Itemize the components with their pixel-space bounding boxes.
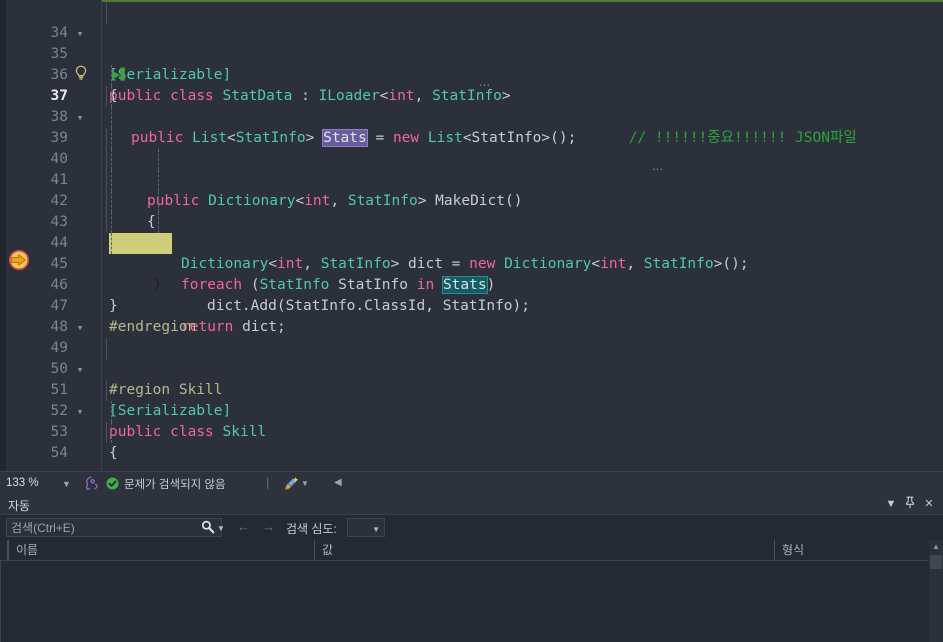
code-line-51[interactable]: 51 ▾ public class Skill — [0, 359, 943, 440]
chevron-down-icon[interactable]: ▼ — [301, 479, 309, 488]
indent-guide — [111, 86, 112, 107]
current-statement-arrow-icon — [8, 250, 30, 270]
column-header-value[interactable]: 값 — [314, 540, 774, 560]
indent-guide — [111, 170, 112, 191]
status-separator: | — [266, 475, 270, 490]
indent-guide — [106, 422, 107, 443]
code-line-52[interactable]: 52 { — [0, 380, 943, 461]
code-line-54[interactable]: 54 // 각 항목의 이름이랑 JSON 파일 내 항목의 이름이 꼭 같아야… — [0, 422, 943, 461]
triangle-up-icon[interactable]: ▲ — [929, 540, 943, 554]
indent-guide — [106, 86, 107, 107]
search-next-arrow-right-icon[interactable]: → — [262, 519, 275, 534]
indent-guide — [111, 191, 112, 212]
search-prev-arrow-left-icon[interactable]: ← — [237, 519, 250, 534]
collapse-chevron-icon[interactable]: ▾ — [73, 359, 87, 380]
pin-icon[interactable] — [902, 496, 918, 513]
code-line-43[interactable]: 43 dict.Add(StatInfo.ClassId, StatInfo); — [0, 191, 943, 314]
line-number: 54 — [50, 445, 68, 461]
grid-row-selector-column — [0, 540, 8, 560]
code-line-46[interactable]: 46 } — [0, 254, 943, 314]
collapse-chevron-icon[interactable]: ▾ — [73, 401, 87, 422]
code-line-41[interactable]: 41 Dictionary<int, StatInfo> dict = new … — [0, 149, 943, 272]
indent-guide — [106, 380, 107, 401]
code-line-35[interactable]: 35 ▾ public class StatData : ILoader<int… — [0, 23, 943, 104]
search-depth-label: 검색 심도: — [286, 522, 337, 536]
autos-toolbar[interactable]: ▼ ← → 검색 심도: ▼ — [0, 515, 943, 540]
indent-guide — [111, 212, 112, 233]
status-message: 문제가 검색되지 않음 — [124, 479, 226, 491]
search-options-chevron-down-icon[interactable]: ▼ — [217, 524, 225, 533]
autos-tool-window[interactable]: 자동 ▼ ✕ ▼ ← → 검색 심도: ▼ 이름 값 형식 — [0, 494, 943, 642]
code-line-37[interactable]: 37 public List<StatInfo> Stats = new Lis… — [0, 65, 943, 147]
code-line-49[interactable]: 49 ▾ #region Skill — [0, 317, 943, 398]
structure-dots: ․․․ — [479, 76, 491, 89]
check-circle-icon — [106, 477, 119, 490]
search-icon[interactable] — [200, 519, 216, 535]
screen-reader-icon[interactable] — [84, 475, 99, 491]
indent-guide — [158, 149, 159, 170]
code-line-44[interactable]: 44 return dict; — [0, 212, 943, 335]
indent-guide — [106, 128, 107, 149]
code-line-48[interactable]: 48 — [0, 296, 943, 335]
editor-status-bar[interactable]: 133 % ▼ 문제가 검색되지 않음 | ▼ ◀ — [0, 471, 943, 494]
indent-guide — [158, 191, 159, 212]
search-box[interactable] — [6, 518, 222, 537]
zoom-level-value: 133 % — [6, 477, 39, 489]
code-line-40[interactable]: 40 { — [0, 128, 943, 230]
column-header-name[interactable]: 이름 — [8, 540, 314, 560]
structure-dots: ․․․ — [652, 160, 664, 173]
code-line-50[interactable]: 50 [Serializable] — [0, 338, 943, 419]
scrollbar-thumb[interactable] — [930, 555, 942, 569]
indent-guide — [158, 212, 159, 233]
autos-titlebar[interactable]: 자동 ▼ ✕ — [0, 494, 943, 515]
close-icon[interactable]: ✕ — [921, 496, 937, 513]
autos-grid-body[interactable] — [0, 561, 943, 642]
token-brace-open: { — [109, 445, 118, 461]
code-line-38[interactable]: 38 — [0, 86, 943, 125]
lightbulb-icon[interactable] — [72, 64, 90, 82]
chevron-down-icon[interactable]: ▼ — [62, 476, 71, 493]
current-statement-highlight[interactable]: } — [109, 233, 172, 293]
autos-vertical-scrollbar[interactable]: ▲ — [929, 540, 943, 642]
code-line-34[interactable]: 34 [Serializable] — [0, 2, 943, 83]
column-header-type[interactable]: 형식 — [774, 540, 929, 560]
code-editor[interactable]: 34 [Serializable] 35 ▾ public class Stat… — [0, 0, 943, 494]
indent-guide — [111, 233, 112, 254]
chevron-down-icon[interactable]: ▼ — [372, 525, 380, 534]
search-input[interactable] — [11, 519, 201, 536]
search-depth-combobox[interactable]: ▼ — [347, 518, 385, 537]
indent-guide — [106, 191, 107, 212]
code-line-53[interactable]: 53 ▾ // public or [SerializeField] 선언해야지… — [0, 401, 943, 494]
indent-guide — [158, 170, 159, 191]
window-menu-chevron-down-icon[interactable]: ▼ — [883, 496, 899, 513]
run-to-cursor-icon[interactable]: ▶▌ — [112, 69, 129, 81]
indent-guide — [111, 107, 112, 128]
code-line-47[interactable]: 47 #endregion — [0, 275, 943, 335]
code-line-42[interactable]: 42 foreach (StatInfo StatInfo in Stats) — [0, 170, 943, 294]
autos-column-header-row[interactable]: 이름 값 형식 — [0, 540, 943, 561]
indent-guide — [111, 149, 112, 170]
code-line-45[interactable]: 45 } — [0, 233, 943, 293]
indent-guide — [106, 2, 107, 23]
autos-window-title: 자동 — [8, 499, 31, 513]
indent-guide — [111, 128, 112, 149]
code-line-39[interactable]: 39 ▾ public Dictionary<int, StatInfo> Ma… — [0, 107, 943, 209]
code-cleanup-icon[interactable] — [283, 476, 299, 491]
collapse-chevron-icon[interactable]: ▾ — [73, 23, 87, 44]
indent-guide — [111, 401, 112, 422]
indent-guide — [111, 422, 112, 443]
line-content[interactable]: { — [101, 443, 943, 464]
indent-guide — [106, 338, 107, 359]
indent-guide — [106, 149, 107, 170]
zoom-level-combobox[interactable]: 133 % ▼ — [4, 475, 76, 492]
code-line-36[interactable]: 36 { — [0, 44, 943, 104]
collapse-chevron-icon[interactable]: ▾ — [73, 107, 87, 128]
chevron-left-icon[interactable]: ◀ — [334, 477, 342, 488]
indent-guide — [106, 170, 107, 191]
collapse-chevron-icon[interactable]: ▾ — [73, 317, 87, 338]
indent-guide — [106, 212, 107, 233]
